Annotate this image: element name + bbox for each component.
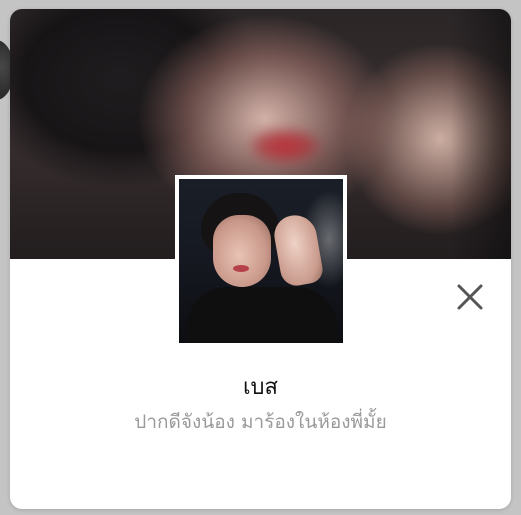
close-icon xyxy=(457,284,483,310)
profile-photo-face xyxy=(213,215,271,287)
profile-name: เบส xyxy=(243,375,278,400)
app-screen: เบส ปากดีจังน้อง มาร้องในห้องพี่มั้ย xyxy=(0,0,521,515)
profile-card: เบส ปากดีจังน้อง มาร้องในห้องพี่มั้ย xyxy=(10,9,511,509)
profile-photo[interactable] xyxy=(175,175,347,347)
cover-photo-shade xyxy=(451,9,511,259)
status-message: ปากดีจังน้อง มาร้องในห้องพี่มั้ย xyxy=(134,411,387,433)
profile-photo-lips xyxy=(233,265,249,272)
cover-photo-detail xyxy=(250,129,320,163)
profile-photo-shirt xyxy=(187,287,337,343)
close-button[interactable] xyxy=(450,277,490,317)
